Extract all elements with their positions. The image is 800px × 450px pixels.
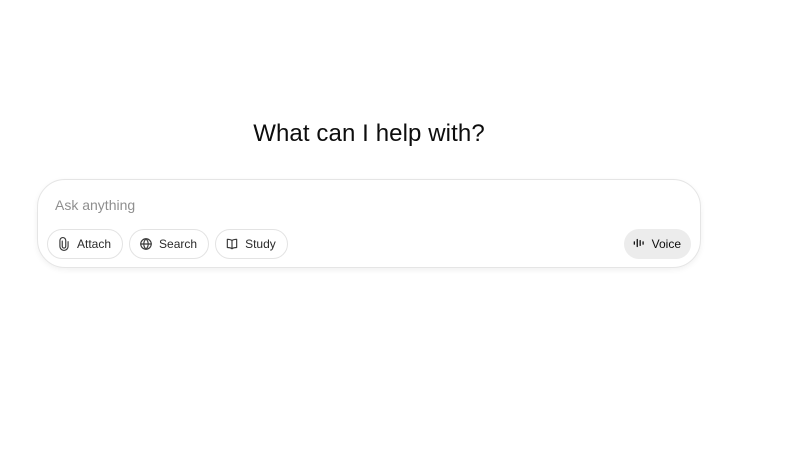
- study-label: Study: [245, 237, 276, 251]
- composer-tools: Attach Search Study: [47, 229, 288, 259]
- voice-label: Voice: [651, 237, 681, 251]
- page: What can I help with? Attach: [0, 0, 800, 450]
- attach-button[interactable]: Attach: [47, 229, 124, 259]
- chat-composer: Attach Search: [37, 179, 701, 268]
- page-title: What can I help with?: [253, 120, 485, 147]
- search-label: Search: [159, 237, 198, 251]
- voice-button[interactable]: Voice: [623, 229, 691, 259]
- search-button[interactable]: Search: [129, 229, 210, 259]
- book-icon: [225, 237, 239, 251]
- prompt-input[interactable]: [55, 195, 615, 215]
- attach-label: Attach: [77, 237, 112, 251]
- study-button[interactable]: Study: [215, 229, 288, 259]
- globe-icon: [139, 237, 153, 251]
- waveform-icon: [632, 236, 646, 253]
- paperclip-icon: [57, 237, 71, 251]
